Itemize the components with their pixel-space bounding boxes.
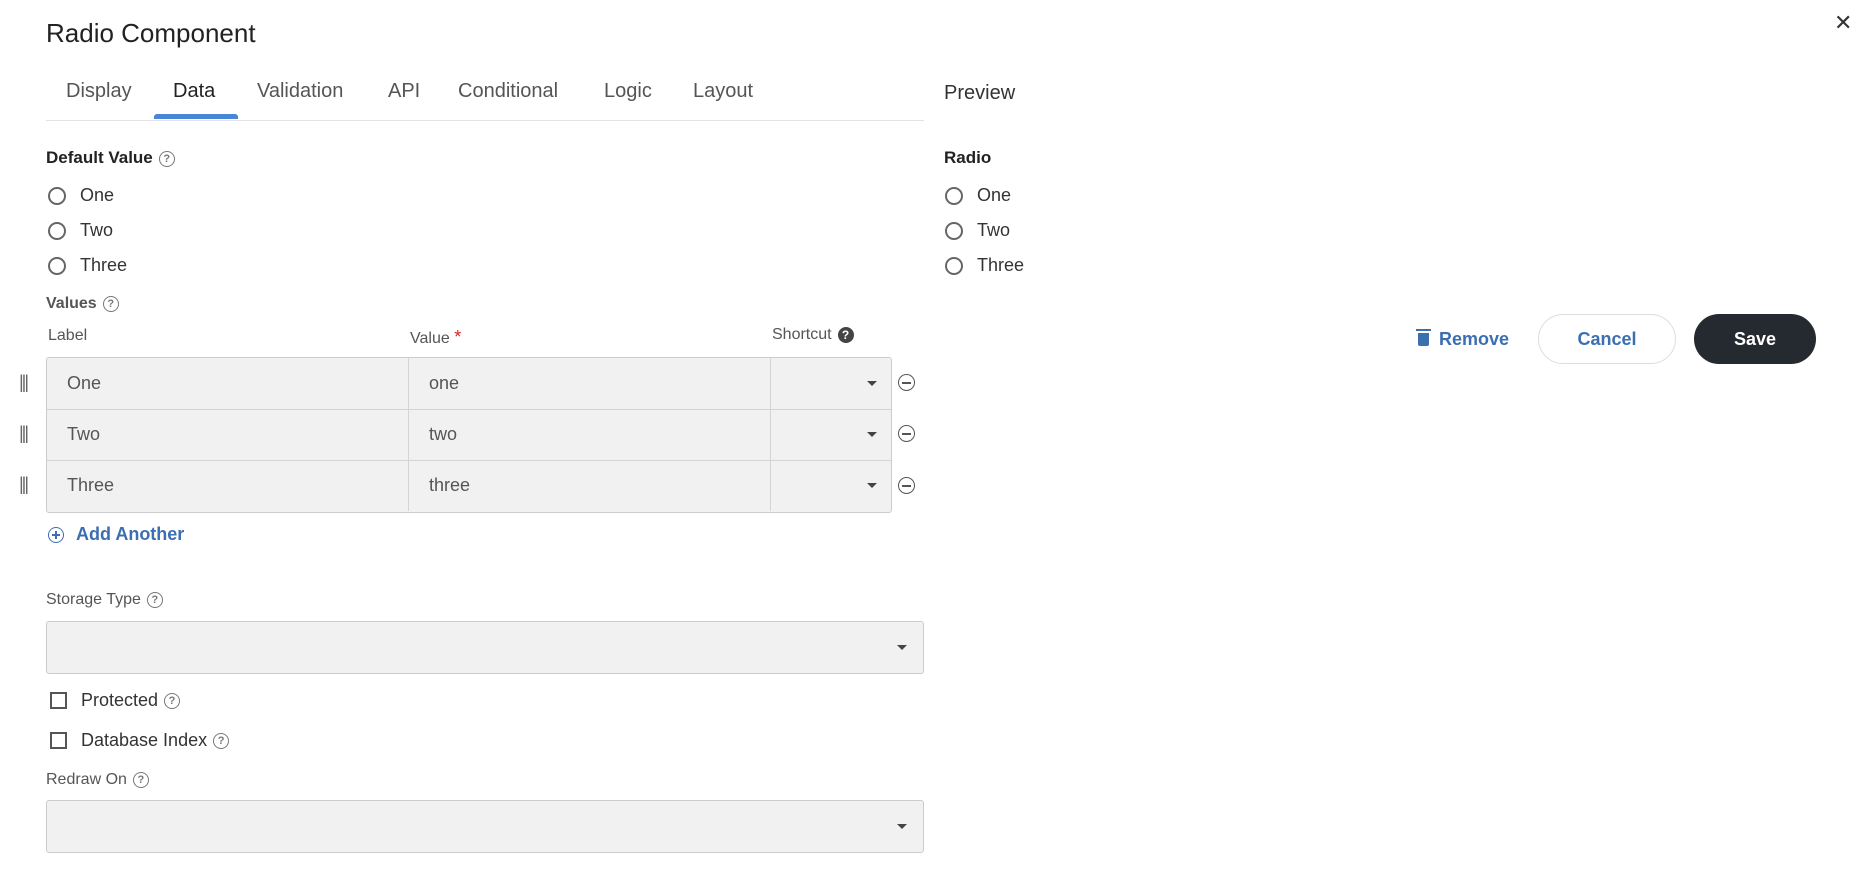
column-header-shortcut-text: Shortcut	[772, 326, 832, 343]
add-another-label: Add Another	[76, 524, 185, 544]
storage-type-label: Storage Type	[46, 591, 141, 608]
table-row: Three three	[47, 460, 891, 511]
redraw-on-select[interactable]	[46, 800, 924, 853]
radio-button[interactable]	[48, 256, 66, 275]
help-icon[interactable]: ?	[213, 732, 230, 749]
values-heading: Values?	[46, 295, 119, 313]
value-input[interactable]: three	[409, 460, 771, 511]
default-value-heading: Default Value?	[46, 148, 175, 168]
tab-layout[interactable]: Layout	[693, 80, 753, 103]
default-value-option[interactable]: One	[48, 185, 114, 206]
redraw-on-heading: Redraw On?	[46, 771, 149, 789]
radio-button[interactable]	[48, 186, 66, 205]
caret-down-icon	[897, 824, 907, 829]
table-row: Two two	[47, 409, 891, 461]
add-another-button[interactable]: Add Another	[48, 524, 184, 545]
redraw-on-label: Redraw On	[46, 771, 127, 788]
radio-button[interactable]	[48, 221, 66, 240]
plus-circle-icon	[48, 526, 64, 543]
column-header-label: Label	[48, 327, 88, 344]
radio-option-label: One	[80, 185, 115, 205]
help-icon[interactable]: ?	[164, 692, 181, 709]
radio-button[interactable]	[945, 221, 963, 240]
preview-title: Preview	[944, 82, 1016, 104]
preview-field-label: Radio	[944, 148, 992, 167]
help-icon[interactable]: ?	[146, 591, 163, 608]
protected-label: Protected	[81, 690, 159, 710]
radio-option-label: One	[977, 185, 1012, 205]
database-index-checkbox[interactable]	[50, 732, 67, 749]
caret-down-icon	[867, 381, 877, 386]
help-icon[interactable]: ?	[837, 326, 854, 343]
remove-label: Remove	[1439, 328, 1510, 349]
radio-option-label: Three	[80, 255, 128, 275]
column-header-value: Value *	[410, 327, 461, 348]
remove-button[interactable]: Remove	[1416, 315, 1510, 363]
storage-type-heading: Storage Type?	[46, 591, 163, 609]
value-input[interactable]: two	[409, 409, 771, 460]
remove-row-icon[interactable]	[898, 374, 915, 391]
caret-down-icon	[867, 483, 877, 488]
preview-radio-option[interactable]: One	[945, 185, 1011, 206]
protected-checkbox[interactable]	[50, 692, 67, 709]
tab-bar: Display Data Validation API Conditional …	[46, 76, 924, 121]
storage-type-select[interactable]	[46, 621, 924, 674]
preview-radio-option[interactable]: Two	[945, 220, 1010, 241]
close-icon[interactable]: ✕	[1834, 10, 1852, 36]
radio-option-label: Two	[80, 220, 114, 240]
shortcut-select[interactable]	[771, 358, 891, 409]
tab-validation[interactable]: Validation	[257, 80, 343, 103]
column-header-value-text: Value	[410, 330, 450, 347]
radio-button[interactable]	[945, 186, 963, 205]
drag-handle-icon[interactable]: |||	[19, 372, 29, 393]
database-index-checkbox-row[interactable]: Database Index?	[50, 730, 230, 751]
default-value-label: Default Value	[46, 148, 153, 167]
shortcut-select[interactable]	[771, 460, 891, 511]
drag-handle-icon[interactable]: |||	[19, 423, 29, 444]
radio-option-label: Three	[977, 255, 1025, 275]
drag-handle-icon[interactable]: |||	[19, 474, 29, 495]
label-input[interactable]: One	[47, 358, 409, 409]
help-icon[interactable]: ?	[132, 771, 149, 788]
label-input[interactable]: Three	[47, 460, 409, 511]
radio-button[interactable]	[945, 256, 963, 275]
required-marker: *	[454, 327, 462, 347]
tab-logic[interactable]: Logic	[604, 80, 652, 103]
default-value-option[interactable]: Two	[48, 220, 113, 241]
protected-checkbox-row[interactable]: Protected?	[50, 690, 181, 711]
label-input[interactable]: Two	[47, 409, 409, 460]
tab-api[interactable]: API	[388, 80, 420, 103]
value-input[interactable]: one	[409, 358, 771, 409]
remove-row-icon[interactable]	[898, 477, 915, 494]
caret-down-icon	[897, 645, 907, 650]
table-row: One one	[47, 358, 891, 410]
active-tab-indicator	[154, 114, 238, 119]
help-icon[interactable]: ?	[158, 150, 175, 167]
radio-option-label: Two	[977, 220, 1011, 240]
column-header-shortcut: Shortcut?	[772, 326, 854, 344]
values-label: Values	[46, 295, 97, 312]
tab-data[interactable]: Data	[173, 80, 215, 103]
save-button[interactable]: Save	[1694, 314, 1816, 364]
default-value-option[interactable]: Three	[48, 255, 127, 276]
caret-down-icon	[867, 432, 877, 437]
database-index-label: Database Index	[81, 730, 208, 750]
preview-radio-option[interactable]: Three	[945, 255, 1024, 276]
tab-display[interactable]: Display	[66, 80, 132, 103]
remove-row-icon[interactable]	[898, 425, 915, 442]
tab-conditional[interactable]: Conditional	[458, 80, 558, 103]
trash-icon	[1416, 328, 1431, 346]
cancel-button[interactable]: Cancel	[1538, 314, 1676, 364]
dialog-title: Radio Component	[46, 18, 256, 48]
values-table: One one Two two Three three	[46, 357, 892, 513]
shortcut-select[interactable]	[771, 409, 891, 460]
help-icon[interactable]: ?	[102, 295, 119, 312]
